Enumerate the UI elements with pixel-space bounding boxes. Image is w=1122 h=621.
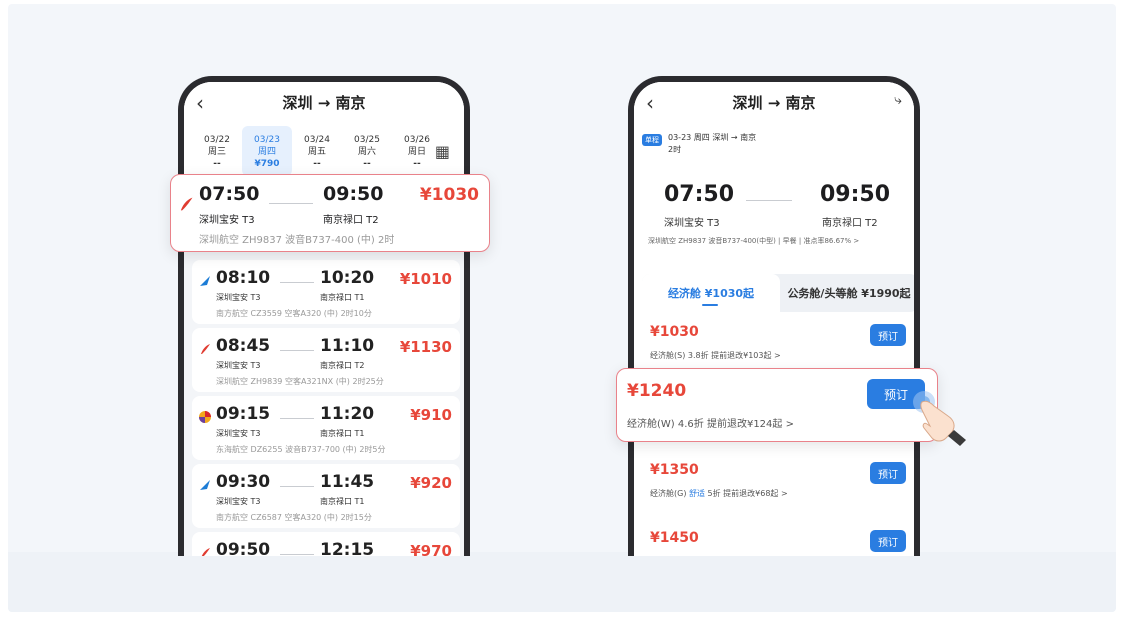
comfort-tag: 舒适: [688, 489, 705, 498]
trip-type-badge: 单程: [642, 134, 662, 146]
fare-row: ¥1350 经济舱(G) 舒适 5折 提前退改¥68起 > 预订: [642, 452, 914, 512]
page-title: 深圳 → 南京: [732, 93, 816, 112]
flight-price: ¥910: [410, 406, 452, 424]
back-icon[interactable]: ‹: [646, 91, 654, 115]
cabin-tabs: 经济舱 ¥1030起 公务舱/头等舱 ¥1990起: [642, 274, 914, 312]
airline-logo-icon: [200, 276, 210, 286]
departure-time: 08:45: [216, 336, 271, 356]
arrival-time: 10:20: [320, 268, 375, 288]
top-bar: ‹ 深圳 → 南京 ⤷: [634, 82, 914, 122]
flight-meta: 东海航空 DZ6255 波音B737-700 (中) 2时5分: [216, 445, 386, 454]
departure-time: 09:30: [216, 472, 271, 492]
arrival-airport: 南京禄口 T2: [822, 218, 878, 229]
flight-price: ¥1130: [399, 338, 452, 356]
departure-time: 07:50: [664, 182, 735, 207]
route-icon[interactable]: ⤷: [894, 92, 902, 108]
flight-card[interactable]: 08:10 10:20 ¥1010 深圳宝安 T3 南京禄口 T1 南方航空 C…: [192, 260, 460, 324]
route-line: [269, 203, 313, 204]
book-button[interactable]: 预订: [870, 324, 906, 346]
arrival-time: 12:15: [320, 540, 375, 556]
date-item[interactable]: 03/24 周五 --: [292, 122, 342, 180]
fare-price: ¥1450: [650, 530, 699, 546]
departure-time: 07:50: [199, 183, 260, 205]
date-strip: 03/22 周三 -- 03/23 周四 ¥790 03/24 周五 -- 03/25 周六 -…: [184, 122, 464, 180]
trip-duration: 2时: [668, 145, 682, 154]
airline-logo-icon: [201, 548, 210, 556]
flight-price: ¥1010: [399, 270, 452, 288]
flight-price: ¥920: [410, 474, 452, 492]
phone-flight-list: ‹ 深圳 → 南京 03/22 周三 -- 03/23 周四 ¥790 03/24 周五 -…: [178, 76, 470, 556]
flight-card[interactable]: 09:30 11:45 ¥920 深圳宝安 T3 南京禄口 T1 南方航空 CZ…: [192, 464, 460, 528]
flight-card[interactable]: 08:45 11:10 ¥1130 深圳宝安 T3 南京禄口 T2 深圳航空 Z…: [192, 328, 460, 392]
arrival-time: 11:45: [320, 472, 375, 492]
arrival-time: 09:50: [820, 182, 891, 207]
airline-logo-icon: [200, 480, 210, 490]
fare-price: ¥1030: [650, 324, 699, 340]
arrival-time: 11:10: [320, 336, 375, 356]
book-button[interactable]: 预订: [870, 530, 906, 552]
departure-airport: 深圳宝安 T3: [216, 361, 261, 370]
phone-flight-detail: ‹ 深圳 → 南京 ⤷ 单程 03-23 周四 深圳 → 南京 2时 07:50…: [628, 76, 920, 556]
arrival-airport: 南京禄口 T2: [323, 215, 379, 226]
flight-card[interactable]: 09:50 12:15 ¥970: [192, 532, 460, 556]
departure-airport: 深圳宝安 T3: [216, 429, 261, 438]
route-line: [280, 282, 314, 283]
route-line: [280, 486, 314, 487]
calendar-icon[interactable]: ▦: [435, 142, 450, 161]
route-line: [746, 200, 792, 201]
flight-meta: 南方航空 CZ3559 空客A320 (中) 2时10分: [216, 309, 372, 318]
arrival-time: 09:50: [323, 183, 384, 205]
page-title: 深圳 → 南京: [282, 93, 366, 112]
trip-date: 03-23 周四 深圳 → 南京: [668, 133, 757, 142]
fare-desc: 经济舱(G) 舒适 5折 提前退改¥68起 >: [650, 489, 788, 498]
departure-airport: 深圳宝安 T3: [664, 218, 720, 229]
book-button[interactable]: 预订: [870, 462, 906, 484]
fare-row: ¥1030 经济舱(S) 3.8折 提前退改¥103起 > 预订: [642, 314, 914, 374]
fare-price: ¥1350: [650, 462, 699, 478]
pointing-hand-icon: [913, 391, 966, 446]
departure-airport: 深圳宝安 T3: [216, 497, 261, 506]
flight-info[interactable]: 深圳航空 ZH9837 波音B737-400(中型) | 早餐 | 准点率86.…: [648, 236, 859, 246]
date-item-selected[interactable]: 03/23 周四 ¥790: [242, 126, 292, 176]
date-item[interactable]: 03/22 周三 --: [192, 122, 242, 180]
bottom-band: [8, 552, 1116, 612]
flight-meta: 深圳航空 ZH9837 波音B737-400 (中) 2时: [199, 235, 395, 246]
flight-price: ¥970: [410, 542, 452, 556]
airline-logo-icon: [199, 411, 211, 423]
top-bar: ‹ 深圳 → 南京: [184, 82, 464, 122]
flight-card[interactable]: 09:15 11:20 ¥910 深圳宝安 T3 南京禄口 T1 东海航空 DZ…: [192, 396, 460, 460]
arrival-time: 11:20: [320, 404, 375, 424]
departure-time: 09:15: [216, 404, 271, 424]
flight-meta: 深圳航空 ZH9839 空客A321NX (中) 2时25分: [216, 377, 384, 386]
departure-time: 08:10: [216, 268, 271, 288]
airline-logo-icon: [201, 344, 210, 354]
arrival-airport: 南京禄口 T1: [320, 293, 365, 302]
departure-time: 09:50: [216, 540, 271, 556]
fare-price: ¥1240: [627, 381, 687, 401]
screen: ‹ 深圳 → 南京 03/22 周三 -- 03/23 周四 ¥790 03/24 周五 -…: [184, 82, 464, 556]
highlighted-fare-row: ¥1240 经济舱(W) 4.6折 提前退改¥124起 > 预订: [616, 368, 938, 442]
screen: ‹ 深圳 → 南京 ⤷ 单程 03-23 周四 深圳 → 南京 2时 07:50…: [634, 82, 914, 556]
fare-desc: 经济舱(W) 4.6折 提前退改¥124起 >: [627, 419, 794, 430]
airline-logo-icon: [180, 197, 193, 211]
highlighted-flight-card[interactable]: 07:50 09:50 ¥1030 深圳宝安 T3 南京禄口 T2 深圳航空 Z…: [170, 174, 490, 252]
tab-business[interactable]: 公务舱/头等舱 ¥1990起: [780, 274, 914, 312]
flight-meta: 南方航空 CZ6587 空客A320 (中) 2时15分: [216, 513, 372, 522]
back-icon[interactable]: ‹: [196, 91, 204, 115]
arrival-airport: 南京禄口 T2: [320, 361, 365, 370]
background-stage: ‹ 深圳 → 南京 03/22 周三 -- 03/23 周四 ¥790 03/24 周五 -…: [8, 4, 1116, 612]
arrival-airport: 南京禄口 T1: [320, 497, 365, 506]
route-line: [280, 350, 314, 351]
fare-desc: 经济舱(S) 3.8折 提前退改¥103起 >: [650, 351, 781, 360]
tab-economy[interactable]: 经济舱 ¥1030起: [642, 274, 780, 312]
route-line: [280, 418, 314, 419]
date-item[interactable]: 03/25 周六 --: [342, 122, 392, 180]
arrival-airport: 南京禄口 T1: [320, 429, 365, 438]
flight-price: ¥1030: [419, 185, 479, 205]
route-line: [280, 554, 314, 555]
departure-airport: 深圳宝安 T3: [216, 293, 261, 302]
departure-airport: 深圳宝安 T3: [199, 215, 255, 226]
fare-row: ¥1450 预订: [642, 520, 914, 556]
